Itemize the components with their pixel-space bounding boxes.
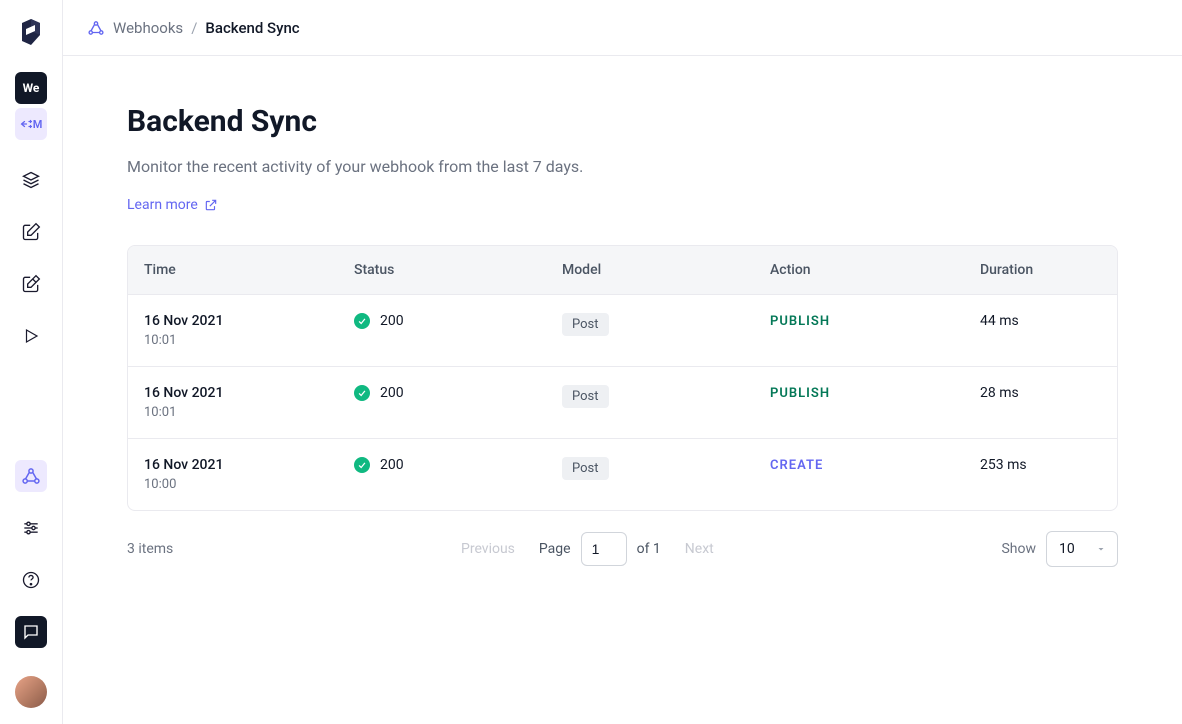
sidebar-item-play[interactable]	[15, 320, 47, 352]
col-model-header: Model	[562, 262, 770, 278]
pager: 3 items Previous Page of 1 Next Show 10	[127, 531, 1118, 567]
page-subtitle: Monitor the recent activity of your webh…	[127, 157, 1118, 176]
check-icon	[354, 385, 370, 401]
page-label: Page	[539, 541, 571, 557]
row-action: PUBLISH	[770, 386, 830, 401]
sidebar-item-settings[interactable]	[15, 512, 47, 544]
row-duration: 253 ms	[980, 457, 1101, 473]
check-icon	[354, 457, 370, 473]
breadcrumb-separator: /	[191, 19, 197, 37]
row-status: 200	[380, 313, 404, 329]
breadcrumb-parent[interactable]: Webhooks	[113, 19, 183, 37]
sidebar-item-help[interactable]	[15, 564, 47, 596]
row-time: 10:01	[144, 333, 344, 348]
model-badge: Post	[562, 457, 609, 480]
sidebar-item-m[interactable]: M	[15, 108, 47, 140]
sidebar-item-chat[interactable]	[15, 616, 47, 648]
row-status: 200	[380, 385, 404, 401]
table-row[interactable]: 16 Nov 2021 10:01 200 Post PUBLISH 28 ms	[128, 367, 1117, 439]
col-action-header: Action	[770, 262, 980, 278]
table-header: Time Status Model Action Duration	[128, 246, 1117, 295]
main: Webhooks / Backend Sync Backend Sync Mon…	[63, 0, 1182, 724]
breadcrumb-current: Backend Sync	[205, 19, 299, 37]
show-label: Show	[1001, 541, 1036, 557]
row-status: 200	[380, 457, 404, 473]
model-badge: Post	[562, 385, 609, 408]
sidebar-item-stack[interactable]	[15, 164, 47, 196]
row-time: 10:00	[144, 477, 344, 492]
sidebar-item-we[interactable]: We	[15, 72, 47, 104]
breadcrumb: Webhooks / Backend Sync	[63, 0, 1182, 56]
check-icon	[354, 313, 370, 329]
row-date: 16 Nov 2021	[144, 457, 344, 473]
row-duration: 28 ms	[980, 385, 1101, 401]
show-select[interactable]: 10	[1046, 531, 1118, 567]
col-time-header: Time	[144, 262, 354, 278]
page-title: Backend Sync	[127, 104, 1118, 139]
logo-icon	[15, 16, 47, 48]
row-duration: 44 ms	[980, 313, 1101, 329]
sidebar-item-edit-alt[interactable]	[15, 268, 47, 300]
page-input[interactable]	[581, 532, 627, 566]
content: Backend Sync Monitor the recent activity…	[63, 56, 1182, 567]
row-date: 16 Nov 2021	[144, 385, 344, 401]
chevron-down-icon	[1095, 543, 1107, 555]
table-row[interactable]: 16 Nov 2021 10:00 200 Post CREATE 253 ms	[128, 439, 1117, 510]
next-button[interactable]: Next	[685, 541, 714, 557]
page-of-label: of 1	[637, 541, 661, 557]
row-action: PUBLISH	[770, 314, 830, 329]
row-action: CREATE	[770, 458, 823, 473]
col-status-header: Status	[354, 262, 562, 278]
items-count: 3 items	[127, 541, 173, 557]
learn-more-link[interactable]: Learn more	[127, 197, 218, 213]
model-badge: Post	[562, 313, 609, 336]
sidebar-item-webhooks[interactable]	[15, 460, 47, 492]
col-duration-header: Duration	[980, 262, 1101, 278]
webhook-icon	[87, 19, 105, 37]
activity-table: Time Status Model Action Duration 16 Nov…	[127, 245, 1118, 511]
sidebar-item-edit[interactable]	[15, 216, 47, 248]
external-link-icon	[204, 198, 218, 212]
sidebar: We M	[0, 0, 63, 724]
previous-button[interactable]: Previous	[461, 541, 515, 557]
avatar[interactable]	[15, 676, 47, 708]
row-date: 16 Nov 2021	[144, 313, 344, 329]
row-time: 10:01	[144, 405, 344, 420]
table-row[interactable]: 16 Nov 2021 10:01 200 Post PUBLISH 44 ms	[128, 295, 1117, 367]
